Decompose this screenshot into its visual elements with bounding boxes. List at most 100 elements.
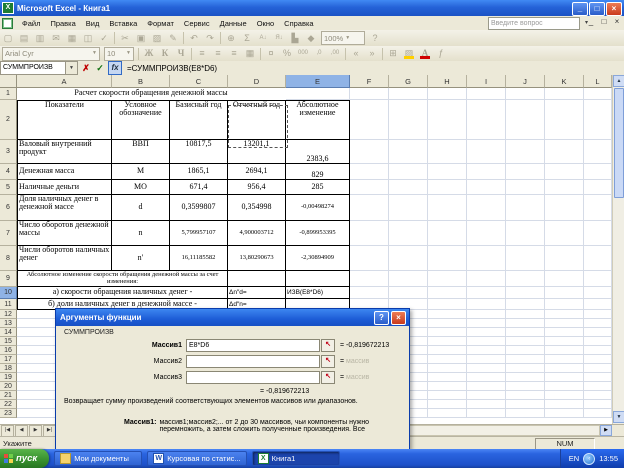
cell-H7[interactable]	[428, 221, 467, 246]
row-header-13[interactable]: 13	[0, 319, 17, 328]
cell-I19[interactable]	[467, 373, 506, 382]
cell-J16[interactable]	[506, 346, 545, 355]
cell-F1[interactable]	[350, 88, 389, 100]
cell-J8[interactable]	[506, 246, 545, 271]
row-header-1[interactable]: 1	[0, 88, 17, 100]
row-header-5[interactable]: 5	[0, 180, 17, 195]
cell-J22[interactable]	[506, 400, 545, 409]
cell-I10[interactable]	[467, 287, 506, 299]
cell-H11[interactable]	[428, 299, 467, 310]
cell-A6[interactable]: Доля наличных денег в денежной массе	[17, 195, 112, 221]
cell-E5[interactable]: 285	[286, 180, 350, 195]
start-button[interactable]: пуск	[0, 449, 49, 468]
menu-window[interactable]: Окно	[252, 19, 279, 28]
vertical-scrollbar[interactable]: ▲ ▼	[612, 75, 624, 424]
cell-K9[interactable]	[545, 271, 584, 287]
column-header-J[interactable]: J	[506, 75, 545, 88]
cell-B7[interactable]: n	[112, 221, 170, 246]
cell-J12[interactable]	[506, 310, 545, 319]
zoom-combo[interactable]: 100%▼	[321, 31, 365, 45]
cell-I22[interactable]	[467, 400, 506, 409]
cell-J5[interactable]	[506, 180, 545, 195]
close-button[interactable]: ×	[606, 2, 622, 16]
copy-icon[interactable]: ▣	[134, 32, 148, 45]
cell-L5[interactable]	[584, 180, 612, 195]
column-header-E[interactable]: E	[286, 75, 350, 88]
cell-B8[interactable]: n′	[112, 246, 170, 271]
cell-L10[interactable]	[584, 287, 612, 299]
cell-H20[interactable]	[428, 382, 467, 391]
cell-E4[interactable]: 829	[286, 164, 350, 180]
cell-C7[interactable]: 5,799957107	[170, 221, 228, 246]
cell-I18[interactable]	[467, 364, 506, 373]
menu-help[interactable]: Справка	[279, 19, 318, 28]
cell-C6[interactable]: 0,3599807	[170, 195, 228, 221]
row-header-7[interactable]: 7	[0, 221, 17, 246]
cell-D2[interactable]: Отчетный год	[228, 100, 286, 140]
cell-F5[interactable]	[350, 180, 389, 195]
cell-K13[interactable]	[545, 319, 584, 328]
cell-J11[interactable]	[506, 299, 545, 310]
cell-L18[interactable]	[584, 364, 612, 373]
cell-F8[interactable]	[350, 246, 389, 271]
decrease-decimal-icon[interactable]: ,00	[328, 47, 342, 60]
formula-input[interactable]: =СУММПРОИЗВ(E8*D6)	[127, 64, 217, 73]
row-header-22[interactable]: 22	[0, 400, 17, 409]
cell-F7[interactable]	[350, 221, 389, 246]
cell-K19[interactable]	[545, 373, 584, 382]
bold-icon[interactable]: Ж	[142, 47, 156, 60]
sort-descending-icon[interactable]: Я↓	[272, 32, 286, 45]
align-right-icon[interactable]: ≡	[227, 47, 241, 60]
cell-K23[interactable]	[545, 409, 584, 418]
cell-L9[interactable]	[584, 271, 612, 287]
cell-I16[interactable]	[467, 346, 506, 355]
cell-B4[interactable]: М	[112, 164, 170, 180]
cell-A8[interactable]: Числи оборотов наличных денег	[17, 246, 112, 271]
cell-I6[interactable]	[467, 195, 506, 221]
cell-K16[interactable]	[545, 346, 584, 355]
cell-H10[interactable]	[428, 287, 467, 299]
cell-K6[interactable]	[545, 195, 584, 221]
row-header-18[interactable]: 18	[0, 364, 17, 373]
cell-L7[interactable]	[584, 221, 612, 246]
font-size-combo[interactable]: 10▼	[104, 47, 134, 61]
cell-I9[interactable]	[467, 271, 506, 287]
cell-H2[interactable]	[428, 100, 467, 140]
cell-G3[interactable]	[389, 140, 428, 164]
cell-J6[interactable]	[506, 195, 545, 221]
decrease-indent-icon[interactable]: «	[349, 47, 363, 60]
cell-C2[interactable]: Базисный год	[170, 100, 228, 140]
column-header-A[interactable]: A	[17, 75, 112, 88]
cell-A4[interactable]: Денежная масса	[17, 164, 112, 180]
cell-G5[interactable]	[389, 180, 428, 195]
book-restore-button[interactable]: □	[599, 17, 609, 26]
cell-J20[interactable]	[506, 382, 545, 391]
ask-question-input[interactable]: Введите вопрос	[488, 17, 580, 30]
cell-H6[interactable]	[428, 195, 467, 221]
menu-view[interactable]: Вид	[81, 19, 105, 28]
column-header-H[interactable]: H	[428, 75, 467, 88]
cell-J3[interactable]	[506, 140, 545, 164]
cell-D8[interactable]: 13,80290673	[228, 246, 286, 271]
menu-format[interactable]: Формат	[142, 19, 179, 28]
cell-I4[interactable]	[467, 164, 506, 180]
maximize-button[interactable]: □	[589, 2, 605, 16]
cell-I13[interactable]	[467, 319, 506, 328]
help-icon[interactable]: ?	[368, 32, 382, 45]
menu-tools[interactable]: Сервис	[179, 19, 215, 28]
cell-K22[interactable]	[545, 400, 584, 409]
cell-G1[interactable]	[389, 88, 428, 100]
cell-J15[interactable]	[506, 337, 545, 346]
cell-I2[interactable]	[467, 100, 506, 140]
cell-L20[interactable]	[584, 382, 612, 391]
cell-L17[interactable]	[584, 355, 612, 364]
insert-function-icon[interactable]: ƒ	[434, 47, 448, 60]
cell-E2[interactable]: Абсолютное изменение	[286, 100, 350, 140]
cell-I3[interactable]	[467, 140, 506, 164]
insert-function-button[interactable]: fx	[108, 61, 122, 75]
cell-K15[interactable]	[545, 337, 584, 346]
cell-C4[interactable]: 1865,1	[170, 164, 228, 180]
range-select-icon[interactable]: ↖	[321, 355, 335, 368]
menu-insert[interactable]: Вставка	[104, 19, 142, 28]
row-header-15[interactable]: 15	[0, 337, 17, 346]
